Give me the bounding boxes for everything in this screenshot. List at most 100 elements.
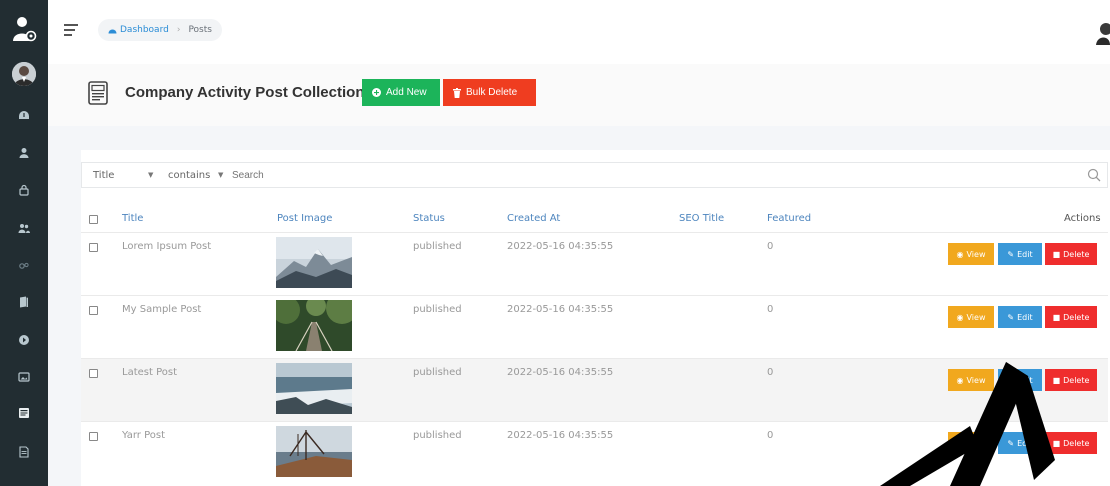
trash-icon: ■ xyxy=(1052,249,1061,259)
eye-icon: ◉ xyxy=(956,375,964,385)
page-icon[interactable] xyxy=(14,444,34,460)
user-avatar[interactable] xyxy=(12,62,36,86)
header-post-image[interactable]: Post Image xyxy=(277,213,332,224)
posts-icon[interactable] xyxy=(14,405,34,421)
post-image-thumbnail xyxy=(276,426,352,477)
edit-button[interactable]: ✎ Edit xyxy=(998,432,1042,454)
document-icon xyxy=(88,81,108,105)
settings-icon[interactable] xyxy=(14,258,34,274)
header-created-at[interactable]: Created At xyxy=(507,213,560,224)
bulk-delete-button[interactable]: Bulk Delete xyxy=(443,79,536,106)
view-label: View xyxy=(966,438,986,448)
edit-icon: ✎ xyxy=(1007,312,1015,322)
filter-operator-select[interactable]: contains xyxy=(168,170,210,181)
row-checkbox[interactable] xyxy=(89,243,98,252)
trash-icon: ■ xyxy=(1052,438,1061,448)
filter-column-select[interactable]: Title xyxy=(93,170,114,181)
eye-icon: ◉ xyxy=(956,438,964,448)
lock-icon[interactable] xyxy=(14,182,34,198)
search-input[interactable] xyxy=(232,170,832,181)
table-header: Title Post Image Status Created At SEO T… xyxy=(81,208,1108,232)
row-title: Yarr Post xyxy=(122,430,166,441)
menu-icon[interactable] xyxy=(64,24,78,36)
header-status[interactable]: Status xyxy=(413,213,445,224)
header-seo-title[interactable]: SEO Title xyxy=(679,213,724,224)
edit-icon: ✎ xyxy=(1007,438,1015,448)
row-created-at: 2022-05-16 04:35:55 xyxy=(507,241,614,252)
row-checkbox[interactable] xyxy=(89,432,98,441)
caret-down-icon[interactable]: ▼ xyxy=(218,171,223,179)
header-title[interactable]: Title xyxy=(122,213,143,224)
home-icon xyxy=(108,29,117,34)
row-created-at: 2022-05-16 04:35:55 xyxy=(507,430,614,441)
row-title: Lorem Ipsum Post xyxy=(122,241,212,252)
sidebar xyxy=(0,0,48,486)
breadcrumb-separator: › xyxy=(176,25,181,35)
view-button[interactable]: ◉ View xyxy=(948,432,994,454)
view-button[interactable]: ◉ View xyxy=(948,306,994,328)
row-checkbox[interactable] xyxy=(89,306,98,315)
app-logo-icon[interactable] xyxy=(8,13,40,45)
row-title: My Sample Post xyxy=(122,304,202,315)
view-button[interactable]: ◉ View xyxy=(948,243,994,265)
content-panel: Title ▼ contains ▼ Title Post Image Stat… xyxy=(81,150,1110,486)
select-all-checkbox[interactable] xyxy=(89,215,98,224)
book-icon[interactable] xyxy=(14,294,34,310)
image-icon[interactable] xyxy=(14,369,34,385)
post-image-thumbnail xyxy=(276,363,352,414)
edit-label: Edit xyxy=(1017,312,1033,322)
breadcrumb-current: Posts xyxy=(188,25,212,35)
trash-icon xyxy=(453,87,461,98)
post-image-thumbnail xyxy=(276,237,352,288)
eye-icon: ◉ xyxy=(956,249,964,259)
row-status: published xyxy=(413,241,462,252)
header-actions: Actions xyxy=(1064,213,1101,224)
delete-button[interactable]: ■ Delete xyxy=(1045,432,1097,454)
row-featured: 0 xyxy=(767,241,774,252)
edit-label: Edit xyxy=(1017,375,1033,385)
delete-label: Delete xyxy=(1063,375,1090,385)
edit-label: Edit xyxy=(1017,249,1033,259)
edit-label: Edit xyxy=(1017,438,1033,448)
row-created-at: 2022-05-16 04:35:55 xyxy=(507,304,614,315)
row-checkbox[interactable] xyxy=(89,369,98,378)
circle-icon[interactable] xyxy=(14,332,34,348)
header-featured[interactable]: Featured xyxy=(767,213,811,224)
table-row: Lorem Ipsum Post published 2022-05-16 04… xyxy=(81,232,1108,295)
edit-button[interactable]: ✎ Edit xyxy=(998,306,1042,328)
trash-icon: ■ xyxy=(1052,375,1061,385)
view-button[interactable]: ◉ View xyxy=(948,369,994,391)
delete-button[interactable]: ■ Delete xyxy=(1045,369,1097,391)
top-user-avatar[interactable] xyxy=(1094,21,1110,45)
plus-icon xyxy=(372,88,381,97)
delete-button[interactable]: ■ Delete xyxy=(1045,306,1097,328)
view-label: View xyxy=(966,375,986,385)
delete-label: Delete xyxy=(1063,249,1090,259)
table-row: Latest Post published 2022-05-16 04:35:5… xyxy=(81,358,1108,421)
page-header: Company Activity Post Collection Add New… xyxy=(48,64,1110,126)
user-icon[interactable] xyxy=(14,145,34,161)
delete-button[interactable]: ■ Delete xyxy=(1045,243,1097,265)
row-featured: 0 xyxy=(767,304,774,315)
search-icon[interactable] xyxy=(1087,168,1101,182)
row-status: published xyxy=(413,304,462,315)
users-icon[interactable] xyxy=(14,220,34,236)
caret-down-icon[interactable]: ▼ xyxy=(148,171,153,179)
edit-button[interactable]: ✎ Edit xyxy=(998,369,1042,391)
add-new-label: Add New xyxy=(386,87,427,98)
edit-icon: ✎ xyxy=(1007,249,1015,259)
post-image-thumbnail xyxy=(276,300,352,351)
eye-icon: ◉ xyxy=(956,312,964,322)
add-new-button[interactable]: Add New xyxy=(362,79,440,106)
view-label: View xyxy=(966,249,986,259)
dashboard-icon[interactable] xyxy=(14,108,34,124)
table-row: Yarr Post published 2022-05-16 04:35:55 … xyxy=(81,421,1108,484)
topbar: Dashboard › Posts xyxy=(48,0,1110,64)
row-status: published xyxy=(413,430,462,441)
bulk-delete-label: Bulk Delete xyxy=(466,87,518,98)
delete-label: Delete xyxy=(1063,312,1090,322)
row-featured: 0 xyxy=(767,430,774,441)
breadcrumb-home[interactable]: Dashboard xyxy=(108,25,169,35)
edit-button[interactable]: ✎ Edit xyxy=(998,243,1042,265)
delete-label: Delete xyxy=(1063,438,1090,448)
